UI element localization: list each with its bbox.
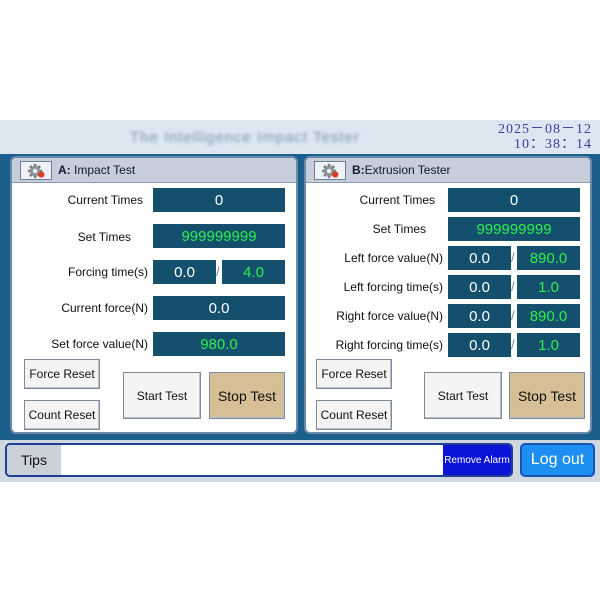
panel-b-title-text: Extrusion Tester — [364, 163, 451, 177]
b-right-time-current: 0.0 — [448, 333, 511, 357]
b-left-force-separator: / — [511, 250, 515, 265]
b-left-time-current: 0.0 — [448, 275, 511, 299]
panel-a-header: A: Impact Test — [12, 158, 296, 183]
panel-b-settings-button[interactable] — [314, 161, 346, 180]
datetime-display: 2025－08－12 10：38：14 — [498, 122, 592, 152]
a-start-test-button[interactable]: Start Test — [123, 372, 201, 419]
b-current-times-label: Current Times — [359, 193, 435, 207]
a-current-force-label: Current force(N) — [61, 301, 148, 315]
a-current-times-label: Current Times — [67, 193, 143, 207]
b-right-force-separator: / — [511, 308, 515, 323]
a-set-times-label: Set Times — [77, 230, 131, 244]
b-left-force-label: Left force value(N) — [344, 251, 443, 265]
a-forcing-time-label: Forcing time(s) — [67, 265, 148, 279]
tips-label: Tips — [7, 445, 61, 475]
logout-button[interactable]: Log out — [520, 443, 595, 477]
b-current-times-value: 0 — [448, 188, 580, 212]
remove-alarm-button[interactable]: Remove Alarm — [443, 445, 511, 475]
top-bar: The Intelligence Impact Tester 2025－08－1… — [0, 120, 600, 154]
a-stop-test-button[interactable]: Stop Test — [209, 372, 285, 419]
panel-a-title: A: Impact Test — [58, 163, 135, 177]
panel-b-title: B:Extrusion Tester — [352, 163, 451, 177]
b-right-time-label: Right forcing time(s) — [335, 338, 443, 352]
b-left-time-separator: / — [511, 279, 515, 294]
b-left-time-label: Left forcing time(s) — [343, 280, 443, 294]
b-left-force-current: 0.0 — [448, 246, 511, 270]
a-current-times-value: 0 — [153, 188, 285, 212]
b-stop-test-button[interactable]: Stop Test — [509, 372, 585, 419]
panel-a-letter: A: — [58, 163, 71, 177]
bottom-bar: Tips Remove Alarm Log out — [0, 440, 600, 482]
a-count-reset-button[interactable]: Count Reset — [24, 400, 100, 430]
panel-b-header: B:Extrusion Tester — [306, 158, 590, 183]
b-right-time-set-input[interactable]: 1.0 — [517, 333, 580, 357]
b-left-force-set-input[interactable]: 890.0 — [517, 246, 580, 270]
a-set-force-label: Set force value(N) — [51, 337, 148, 351]
panel-a-settings-button[interactable] — [20, 161, 52, 180]
a-forcing-time-current: 0.0 — [153, 260, 216, 284]
b-force-reset-button[interactable]: Force Reset — [316, 359, 392, 389]
b-right-force-set-input[interactable]: 890.0 — [517, 304, 580, 328]
a-force-reset-button[interactable]: Force Reset — [24, 359, 100, 389]
b-set-times-input[interactable]: 999999999 — [448, 217, 580, 241]
a-current-force-value: 0.0 — [153, 296, 285, 320]
panel-b-letter: B: — [352, 163, 365, 177]
b-right-time-separator: / — [511, 337, 515, 352]
b-right-force-label: Right force value(N) — [336, 309, 443, 323]
a-set-force-input[interactable]: 980.0 — [153, 332, 285, 356]
settings-gear-icon — [322, 163, 339, 178]
panel-a-title-text: Impact Test — [74, 163, 136, 177]
b-left-time-set-input[interactable]: 1.0 — [517, 275, 580, 299]
b-right-force-current: 0.0 — [448, 304, 511, 328]
date-text: 2025－08－12 — [498, 122, 592, 137]
b-count-reset-button[interactable]: Count Reset — [316, 400, 392, 430]
hmi-screen: The Intelligence Impact Tester 2025－08－1… — [0, 120, 600, 482]
panel-impact-test: A: Impact Test Current Times 0 Set Times… — [10, 156, 298, 434]
time-text: 10：38：14 — [514, 137, 592, 152]
settings-gear-icon — [28, 163, 45, 178]
b-set-times-label: Set Times — [372, 222, 426, 236]
a-forcing-time-separator: / — [216, 264, 220, 279]
tips-bar: Tips Remove Alarm — [5, 443, 513, 477]
a-forcing-time-set-input[interactable]: 4.0 — [222, 260, 285, 284]
b-start-test-button[interactable]: Start Test — [424, 372, 502, 419]
app-title: The Intelligence Impact Tester — [130, 129, 360, 146]
a-set-times-input[interactable]: 999999999 — [153, 224, 285, 248]
panel-extrusion-tester: B:Extrusion Tester Current Times 0 Set T… — [304, 156, 592, 434]
